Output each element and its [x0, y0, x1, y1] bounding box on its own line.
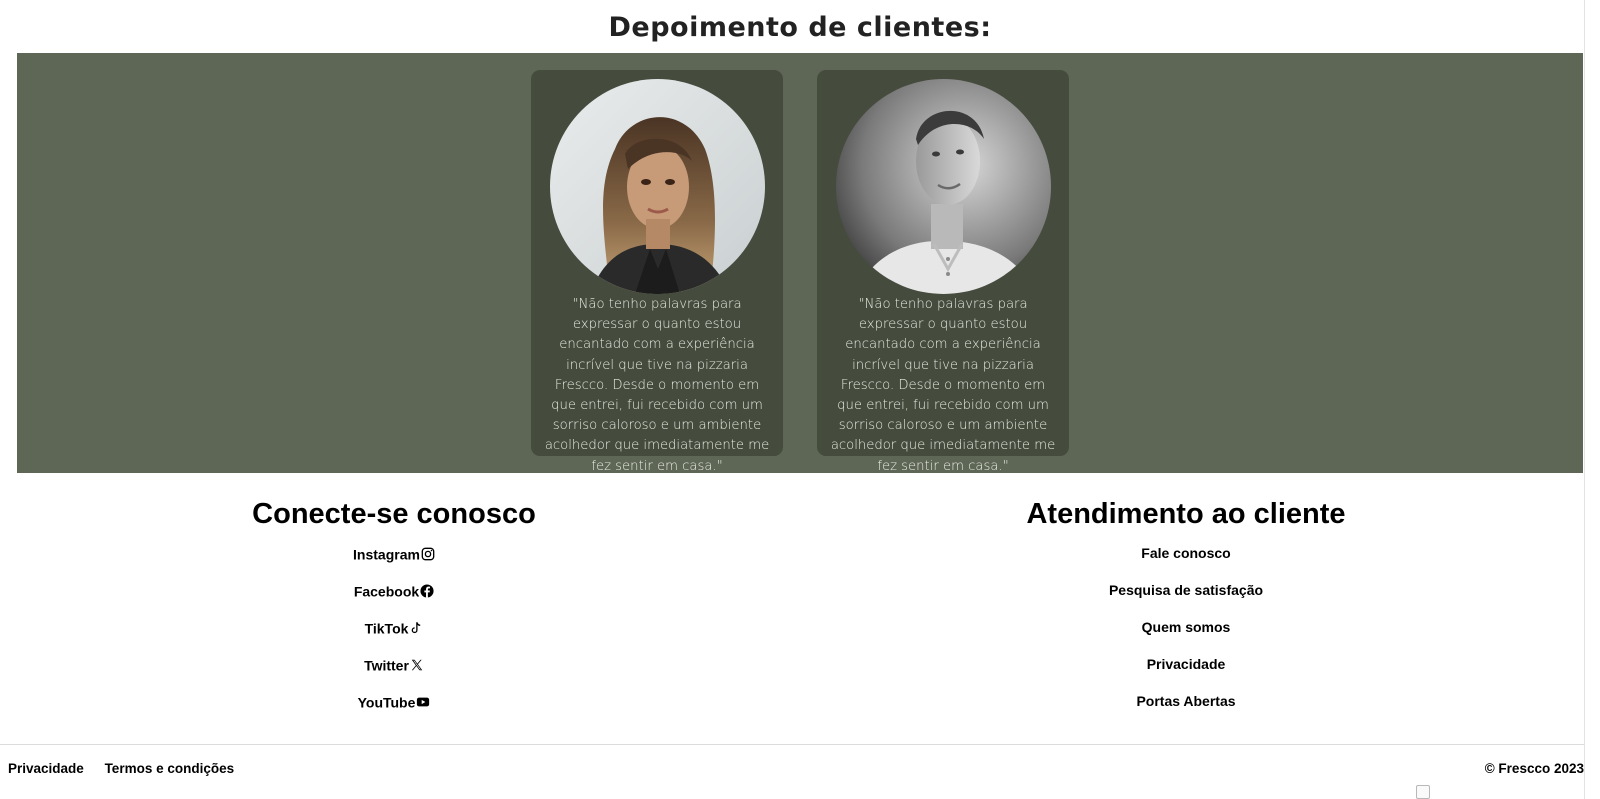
twitter-link[interactable]: Twitter: [94, 651, 694, 688]
bottom-bar: Privacidade Termos e condições © Frescco…: [0, 744, 1584, 799]
terms-link[interactable]: Termos e condições: [105, 761, 235, 776]
satisfaction-survey-link[interactable]: Pesquisa de satisfação: [886, 577, 1486, 614]
testimonial-card: "Não tenho palavras para expressar o qua…: [817, 70, 1069, 474]
youtube-icon: [416, 695, 430, 709]
privacy-link[interactable]: Privacidade: [886, 651, 1486, 688]
support-title: Atendimento ao cliente: [1026, 498, 1346, 530]
facebook-link[interactable]: Facebook: [94, 577, 694, 614]
x-twitter-icon: [410, 658, 424, 672]
customer-photo-woman: [550, 79, 765, 294]
testimonials-section: "Não tenho palavras para expressar o qua…: [17, 53, 1583, 474]
open-doors-link[interactable]: Portas Abertas: [886, 688, 1486, 725]
instagram-icon: [421, 547, 435, 561]
legal-links: Privacidade Termos e condições: [8, 761, 251, 776]
contact-link[interactable]: Fale conosco: [886, 540, 1486, 577]
customer-photo-man: [836, 79, 1051, 294]
broken-image-icon: [1416, 785, 1430, 799]
testimonial-card: "Não tenho palavras para expressar o qua…: [531, 70, 783, 474]
privacy-policy-link[interactable]: Privacidade: [8, 761, 84, 776]
support-column: Atendimento ao cliente Fale conosco Pesq…: [886, 497, 1486, 725]
facebook-icon: [420, 584, 434, 599]
testimonial-quote: "Não tenho palavras para expressar o qua…: [544, 297, 770, 474]
tiktok-icon: [409, 621, 423, 635]
connect-title: Conecte-se conosco: [252, 498, 536, 530]
youtube-link[interactable]: YouTube: [94, 688, 694, 725]
testimonial-quote: "Não tenho palavras para expressar o qua…: [830, 297, 1056, 474]
about-us-link[interactable]: Quem somos: [886, 614, 1486, 651]
copyright-text: © Frescco 2023: [1484, 761, 1584, 776]
page-scrollbar[interactable]: [1584, 0, 1600, 799]
connect-column: Conecte-se conosco Instagram Facebook Ti…: [94, 497, 694, 725]
testimonials-title: Depoimento de clientes:: [608, 12, 992, 43]
instagram-link[interactable]: Instagram: [94, 540, 694, 577]
tiktok-link[interactable]: TikTok: [94, 614, 694, 651]
